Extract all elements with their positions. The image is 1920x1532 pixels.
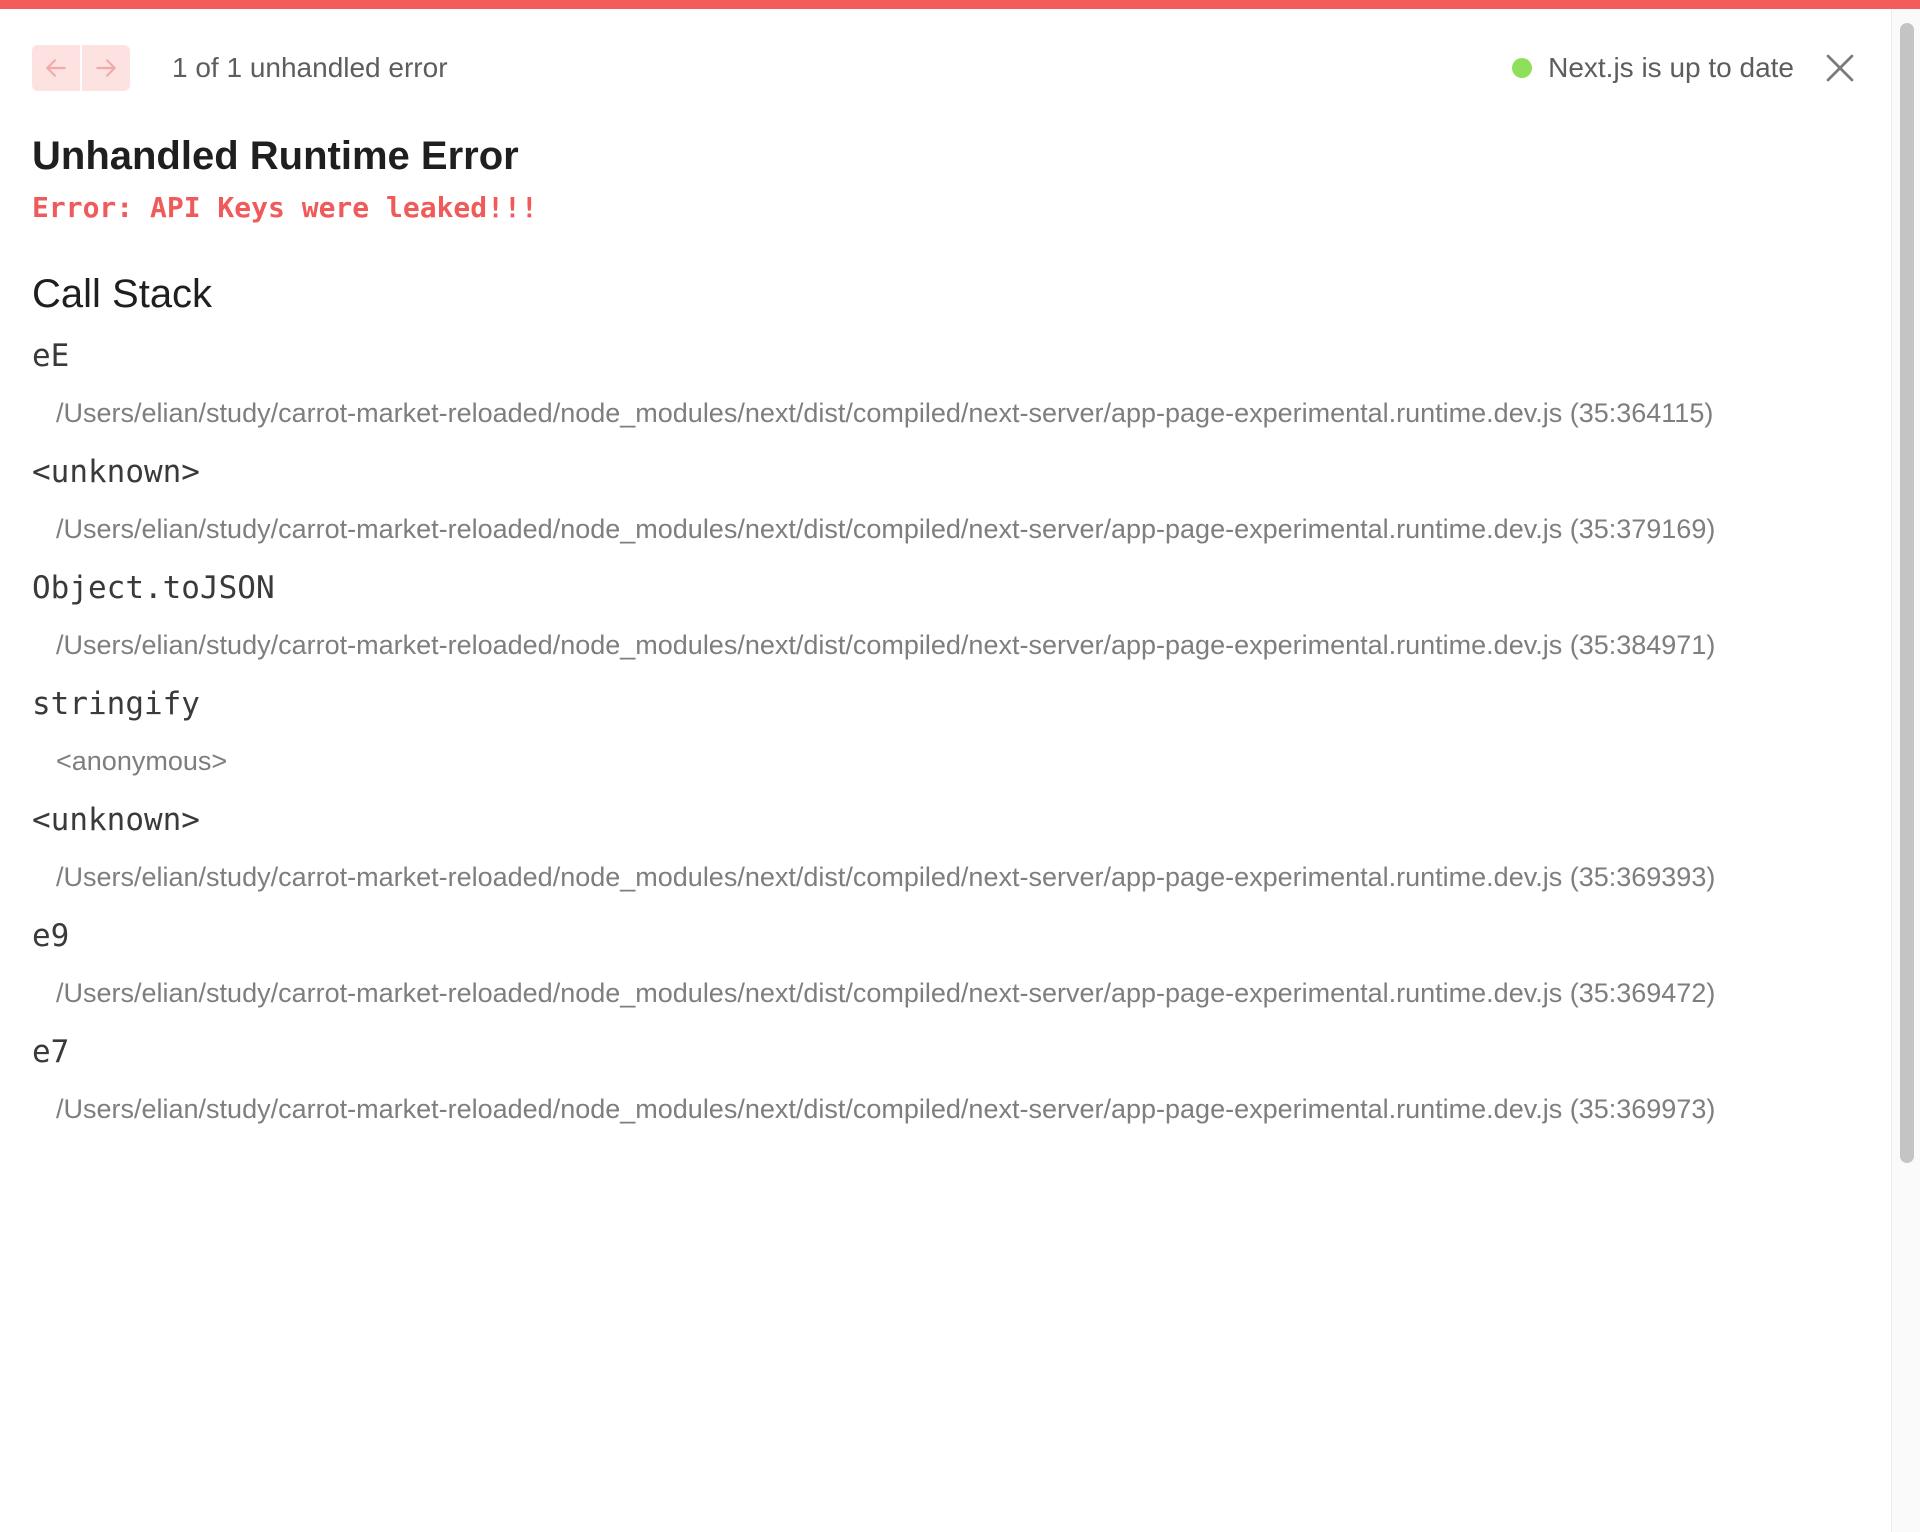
stack-frame: <unknown> /Users/elian/study/carrot-mark… bbox=[32, 452, 1872, 550]
error-content: Unhandled Runtime Error Error: API Keys … bbox=[32, 128, 1872, 1148]
arrow-right-icon bbox=[96, 59, 116, 77]
frame-location[interactable]: /Users/elian/study/carrot-market-reloade… bbox=[56, 508, 1736, 550]
frame-location[interactable]: /Users/elian/study/carrot-market-reloade… bbox=[56, 856, 1736, 898]
arrow-left-icon bbox=[46, 59, 66, 77]
error-counter: 1 of 1 unhandled error bbox=[172, 52, 448, 83]
error-message: Error: API Keys were leaked!!! bbox=[32, 191, 538, 224]
frame-location: <anonymous> bbox=[56, 746, 228, 776]
frame-function-name: eE bbox=[32, 338, 70, 374]
stack-frame: Object.toJSON /Users/elian/study/carrot-… bbox=[32, 568, 1872, 666]
scrollbar-track[interactable] bbox=[1891, 9, 1920, 1532]
version-status-text: Next.js is up to date bbox=[1548, 52, 1794, 83]
close-button[interactable] bbox=[1820, 48, 1860, 88]
top-accent-bar bbox=[0, 0, 1920, 9]
frame-function-name: stringify bbox=[32, 686, 200, 722]
error-pagination bbox=[32, 45, 130, 91]
stack-frame: e7 /Users/elian/study/carrot-market-relo… bbox=[32, 1032, 1872, 1130]
call-stack-title: Call Stack bbox=[32, 272, 213, 316]
status-indicator-dot bbox=[1512, 58, 1533, 78]
frame-function-name: <unknown> bbox=[32, 454, 200, 490]
close-icon bbox=[1826, 54, 1854, 82]
scrollbar-thumb[interactable] bbox=[1900, 23, 1914, 1163]
call-stack-frames: eE /Users/elian/study/carrot-market-relo… bbox=[32, 336, 1872, 1130]
previous-error-button[interactable] bbox=[32, 45, 80, 91]
error-title: Unhandled Runtime Error bbox=[32, 134, 519, 178]
next-error-button[interactable] bbox=[82, 45, 130, 91]
frame-location[interactable]: /Users/elian/study/carrot-market-reloade… bbox=[56, 972, 1736, 1014]
stack-frame: eE /Users/elian/study/carrot-market-relo… bbox=[32, 336, 1872, 434]
error-overlay: 1 of 1 unhandled error Next.js is up to … bbox=[0, 0, 1920, 1532]
frame-function-name: e9 bbox=[32, 918, 70, 954]
frame-location[interactable]: /Users/elian/study/carrot-market-reloade… bbox=[56, 624, 1736, 666]
frame-location[interactable]: /Users/elian/study/carrot-market-reloade… bbox=[56, 392, 1736, 434]
stack-frame: e9 /Users/elian/study/carrot-market-relo… bbox=[32, 916, 1872, 1014]
frame-function-name: <unknown> bbox=[32, 802, 200, 838]
frame-location[interactable]: /Users/elian/study/carrot-market-reloade… bbox=[56, 1088, 1736, 1130]
stack-frame: stringify <anonymous> bbox=[32, 684, 1872, 782]
frame-function-name: Object.toJSON bbox=[32, 570, 275, 606]
overlay-header: 1 of 1 unhandled error Next.js is up to … bbox=[32, 44, 1860, 92]
version-status: Next.js is up to date bbox=[1512, 48, 1860, 88]
stack-frame: <unknown> /Users/elian/study/carrot-mark… bbox=[32, 800, 1872, 898]
frame-function-name: e7 bbox=[32, 1034, 70, 1070]
